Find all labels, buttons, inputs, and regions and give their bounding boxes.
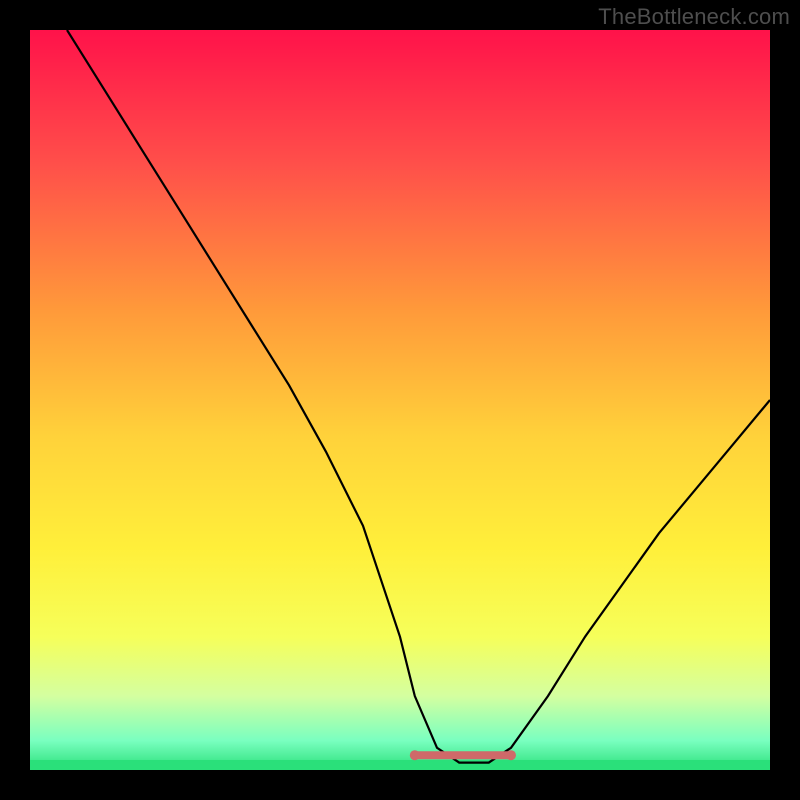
optimal-region-end-dot [506, 750, 516, 760]
baseline-strip [30, 760, 770, 770]
optimal-region-start-dot [410, 750, 420, 760]
bottleneck-chart [30, 30, 770, 770]
watermark-text: TheBottleneck.com [598, 4, 790, 30]
gradient-background [30, 30, 770, 770]
